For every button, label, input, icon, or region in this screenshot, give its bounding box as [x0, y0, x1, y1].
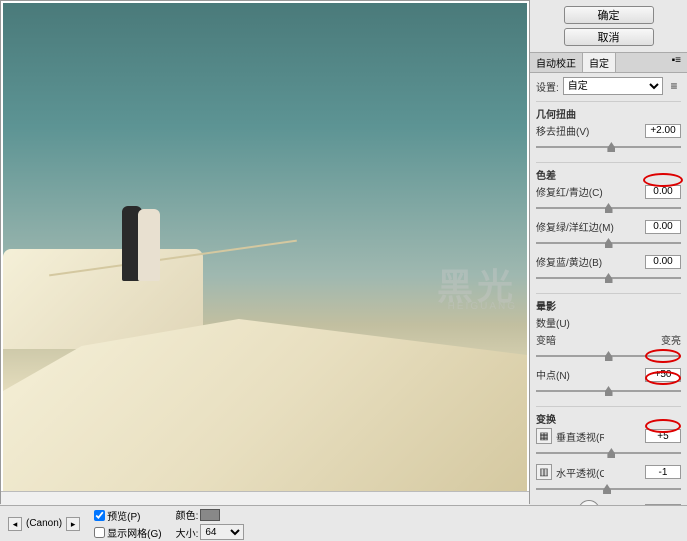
horizontal-perspective-slider[interactable] [536, 482, 681, 496]
transform-title: 变换 [536, 406, 681, 426]
cancel-button[interactable]: 取消 [564, 28, 654, 46]
vignette-dark-label: 变暗 [536, 332, 556, 347]
grid-checkbox-row[interactable]: 显示网格(G) [94, 525, 161, 540]
angle-input[interactable] [645, 504, 681, 505]
settings-label: 设置: [536, 79, 559, 94]
tab-auto-correct[interactable]: 自动校正 [530, 53, 583, 72]
remove-distort-label: 移去扭曲(V) [536, 123, 596, 138]
settings-select[interactable]: 自定 [563, 77, 663, 95]
blue-fringe-input[interactable] [645, 255, 681, 269]
vignette-amount-slider[interactable] [536, 349, 681, 363]
remove-distort-input[interactable] [645, 124, 681, 138]
tab-bar: 自动校正 自定 ▪≡ [530, 52, 687, 73]
geometric-title: 几何扭曲 [536, 101, 681, 121]
remove-distort-slider[interactable] [536, 140, 681, 154]
grid-color-swatch[interactable] [200, 509, 220, 521]
watermark-sub: HEIGUANG [448, 301, 517, 312]
vignette-title: 晕影 [536, 293, 681, 313]
ok-button[interactable]: 确定 [564, 6, 654, 24]
size-label: 大小: [176, 525, 199, 540]
vertical-perspective-slider[interactable] [536, 446, 681, 460]
color-label: 颜色: [176, 507, 199, 522]
horizontal-perspective-input[interactable] [645, 465, 681, 479]
tab-menu-icon[interactable]: ▪≡ [666, 53, 687, 72]
settings-menu-icon[interactable]: ≡ [667, 79, 681, 93]
midpoint-input[interactable] [645, 368, 681, 382]
camera-info: (Canon) [26, 518, 62, 529]
preview-checkbox-row[interactable]: 预览(P) [94, 508, 161, 523]
midpoint-slider[interactable] [536, 384, 681, 398]
tab-custom[interactable]: 自定 [583, 53, 616, 72]
green-fringe-label: 修复绿/洋红边(M) [536, 219, 641, 234]
vertical-perspective-label: 垂直透视(R) [556, 429, 604, 444]
grid-checkbox-label: 显示网格(G) [107, 525, 161, 540]
red-fringe-label: 修复红/青边(C) [536, 184, 641, 199]
grid-size-select[interactable]: 64 [200, 524, 244, 540]
next-image-button[interactable]: ▸ [66, 517, 80, 531]
preview-checkbox[interactable] [94, 510, 105, 521]
vertical-perspective-input[interactable] [645, 429, 681, 443]
red-fringe-slider[interactable] [536, 201, 681, 215]
vignette-amount-label: 数量(U) [536, 315, 681, 330]
angle-dial[interactable] [578, 500, 600, 505]
preview-image[interactable]: 黑光 HEIGUANG [3, 3, 527, 499]
midpoint-label: 中点(N) [536, 367, 641, 382]
grid-checkbox[interactable] [94, 527, 105, 538]
horizontal-perspective-icon: ▥ [536, 464, 552, 480]
settings-panel: 设置: 自定 ≡ 几何扭曲 移去扭曲(V) 色差 修复红/青边 [530, 73, 687, 505]
green-fringe-slider[interactable] [536, 236, 681, 250]
horizontal-perspective-label: 水平透视(O) [556, 465, 604, 480]
preview-pane: 黑光 HEIGUANG [0, 0, 530, 504]
blue-fringe-label: 修复蓝/黄边(B) [536, 254, 641, 269]
blue-fringe-slider[interactable] [536, 271, 681, 285]
vignette-light-label: 变亮 [661, 332, 681, 347]
prev-image-button[interactable]: ◂ [8, 517, 22, 531]
green-fringe-input[interactable] [645, 220, 681, 234]
chromatic-title: 色差 [536, 162, 681, 182]
bottom-toolbar: ◂ (Canon) ▸ 预览(P) 显示网格(G) 颜色: 大小: 64 [0, 505, 687, 541]
preview-checkbox-label: 预览(P) [107, 508, 140, 523]
vertical-perspective-icon: ▦ [536, 428, 552, 444]
angle-label: 角度(A): [536, 504, 572, 506]
horizontal-scrollbar[interactable] [1, 491, 529, 505]
red-fringe-input[interactable] [645, 185, 681, 199]
